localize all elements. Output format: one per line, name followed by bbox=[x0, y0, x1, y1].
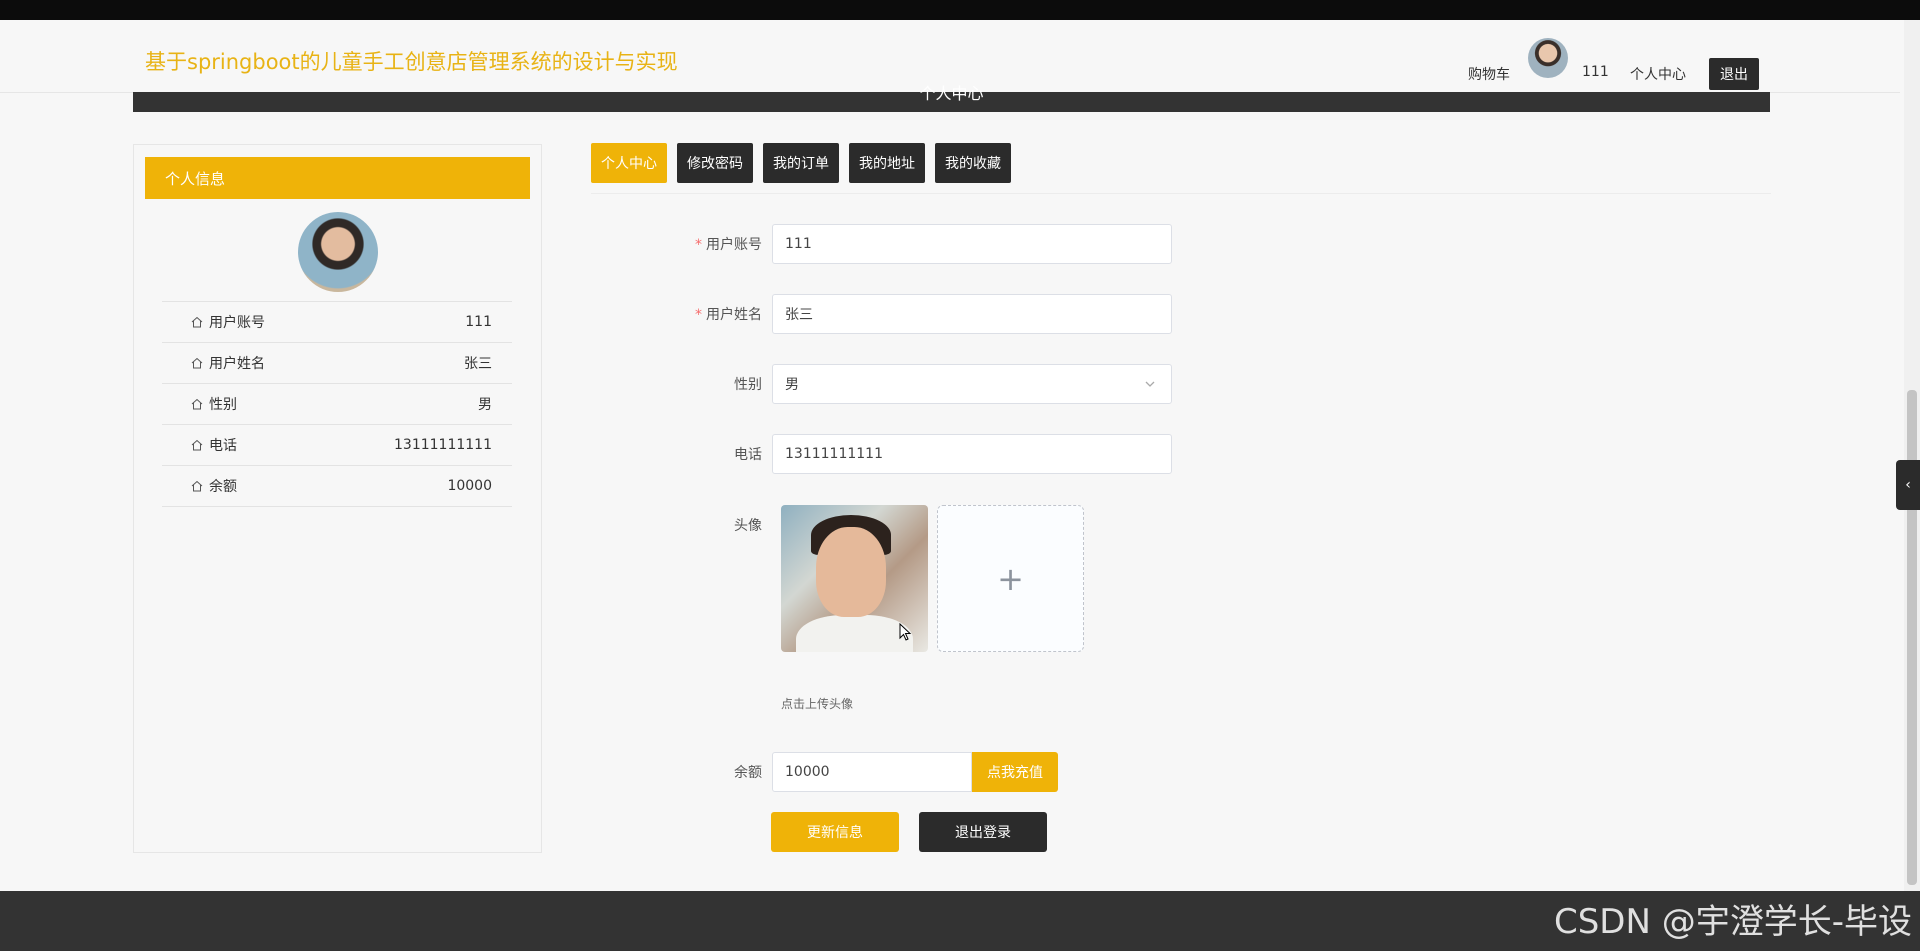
tab-my-address[interactable]: 我的地址 bbox=[849, 143, 925, 183]
home-icon bbox=[191, 480, 203, 492]
gender-label: 性别 bbox=[734, 377, 762, 393]
home-icon bbox=[191, 357, 203, 369]
chevron-left-icon[interactable]: ‹ bbox=[1896, 460, 1920, 510]
info-value: 13111111111 bbox=[394, 437, 492, 453]
form-row-balance: 余额 10000 点我充值 bbox=[660, 752, 1058, 792]
profile-avatar bbox=[298, 212, 378, 292]
home-icon bbox=[191, 316, 203, 328]
phone-input[interactable]: 13111111111 bbox=[772, 434, 1172, 474]
watermark: CSDN @宇澄学长-毕设 bbox=[1553, 902, 1912, 942]
uploaded-avatar-image[interactable] bbox=[781, 505, 928, 652]
tab-my-orders[interactable]: 我的订单 bbox=[763, 143, 839, 183]
tab-change-password[interactable]: 修改密码 bbox=[677, 143, 753, 183]
form-row-name: * 用户姓名 张三 bbox=[660, 294, 1172, 334]
info-label: 电话 bbox=[209, 438, 237, 454]
user-avatar[interactable] bbox=[1528, 38, 1568, 78]
required-mark: * bbox=[695, 307, 702, 323]
name-input[interactable]: 张三 bbox=[772, 294, 1172, 334]
avatar-upload: + bbox=[781, 505, 1084, 652]
info-value: 张三 bbox=[464, 356, 492, 372]
recharge-button[interactable]: 点我充值 bbox=[972, 752, 1058, 792]
top-black-bar bbox=[0, 0, 1920, 20]
avatar-label: 头像 bbox=[734, 518, 762, 534]
info-label: 性别 bbox=[209, 397, 237, 413]
info-row-name: 用户姓名 张三 bbox=[162, 343, 512, 384]
site-title[interactable]: 基于springboot的儿童手工创意店管理系统的设计与实现 bbox=[145, 46, 678, 76]
add-avatar-button[interactable]: + bbox=[937, 505, 1084, 652]
tabs-divider bbox=[591, 193, 1771, 194]
header-logout-button[interactable]: 退出 bbox=[1709, 58, 1759, 90]
form-row-gender: 性别 男 bbox=[660, 364, 1172, 404]
banner-title: 个人中心 bbox=[919, 84, 984, 103]
profile-info-list: 用户账号 111 用户姓名 张三 性别 男 电话 13111111111 余额 … bbox=[162, 301, 512, 507]
home-icon bbox=[191, 398, 203, 410]
cart-link[interactable]: 购物车 bbox=[1468, 64, 1510, 84]
info-label: 余额 bbox=[209, 479, 237, 495]
form-row-phone: 电话 13111111111 bbox=[660, 434, 1172, 474]
info-label: 用户账号 bbox=[209, 315, 265, 331]
required-mark: * bbox=[695, 237, 702, 253]
info-row-balance: 余额 10000 bbox=[162, 466, 512, 507]
profile-tabs: 个人中心 修改密码 我的订单 我的地址 我的收藏 bbox=[591, 143, 1011, 183]
gender-select[interactable]: 男 bbox=[772, 364, 1172, 404]
info-value: 111 bbox=[465, 314, 492, 330]
info-value: 男 bbox=[478, 397, 492, 413]
balance-label: 余额 bbox=[734, 765, 762, 781]
info-label: 用户姓名 bbox=[209, 356, 265, 372]
tab-personal-center[interactable]: 个人中心 bbox=[591, 143, 667, 183]
upload-hint: 点击上传头像 bbox=[781, 697, 854, 711]
home-icon bbox=[191, 439, 203, 451]
form-row-account: * 用户账号 111 bbox=[660, 224, 1172, 264]
info-row-gender: 性别 男 bbox=[162, 384, 512, 425]
logout-button[interactable]: 退出登录 bbox=[919, 812, 1047, 852]
page-banner: 个人中心 bbox=[133, 84, 1770, 112]
account-label: * 用户账号 bbox=[695, 237, 762, 253]
tab-my-favorites[interactable]: 我的收藏 bbox=[935, 143, 1011, 183]
gender-value: 男 bbox=[785, 377, 799, 393]
name-label: * 用户姓名 bbox=[695, 307, 762, 323]
personal-center-link[interactable]: 个人中心 bbox=[1630, 64, 1686, 84]
update-info-button[interactable]: 更新信息 bbox=[771, 812, 899, 852]
profile-panel-title: 个人信息 bbox=[145, 157, 530, 199]
info-row-account: 用户账号 111 bbox=[162, 301, 512, 343]
phone-label: 电话 bbox=[734, 447, 762, 463]
chevron-down-icon bbox=[1143, 377, 1157, 391]
account-input[interactable]: 111 bbox=[772, 224, 1172, 264]
profile-panel: 个人信息 用户账号 111 用户姓名 张三 性别 男 电话 1311111111… bbox=[133, 144, 542, 853]
username-link[interactable]: 111 bbox=[1582, 64, 1609, 80]
balance-input[interactable]: 10000 bbox=[772, 752, 972, 792]
info-row-phone: 电话 13111111111 bbox=[162, 425, 512, 466]
info-value: 10000 bbox=[447, 478, 492, 494]
mouse-cursor-icon bbox=[899, 622, 913, 641]
